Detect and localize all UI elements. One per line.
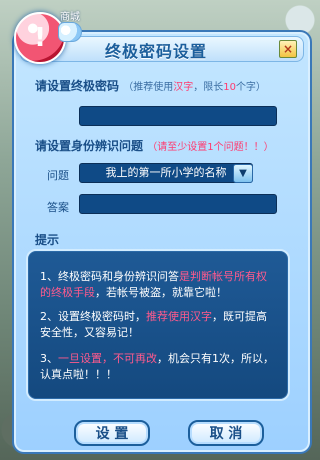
password-hint-middle: ，限长 [193,82,224,93]
answer-label: 答案 [47,201,69,214]
tips-box: 1、终极密码和身份辨识问答是判断帐号所有权的终极手段，若帐号被盗，就靠它啦！ 2… [26,249,290,401]
ultimate-password-input[interactable] [79,106,277,126]
tip-3-prefix: 3、 [40,352,58,365]
password-hint-suffix: 个字） [235,82,266,93]
question-select[interactable]: 我上的第一所小学的名称 [79,163,253,183]
tip-2-prefix: 2、设置终极密码时， [40,310,146,323]
tip-item-1: 1、终极密码和身份辨识问答是判断帐号所有权的终极手段，若帐号被盗，就靠它啦！ [40,269,276,301]
badge-wing-icon [58,22,82,42]
tips-title: 提示 [35,233,60,247]
close-icon: × [282,42,294,56]
password-hint-highlight: 汉字 [173,82,194,93]
tip-item-2: 2、设置终极密码时，推荐使用汉字，既可提高安全性，又容易记！ [40,309,276,341]
tip-2-highlight: 推荐使用汉字 [146,310,212,323]
tip-item-3: 3、一旦设置，不可再改，机会只有1次，所以，认真点啦！！！ [40,351,276,383]
dialog-title: 终极密码设置 [105,42,208,61]
background-top-label: 商城 [60,12,80,23]
identity-section-label: 请设置身份辨识问题 （请至少设置1个问题！！） [35,137,274,154]
identity-hint-text: （请至少设置1个问题！！） [147,142,274,153]
password-label: 请设置终极密码 [35,79,120,93]
password-hint: （推荐使用汉字，限长10个字） [123,82,266,93]
set-button[interactable]: 设 置 [74,420,150,446]
tip-1-prefix: 1、终极密码和身份辨识问答 [40,270,179,283]
identity-hint: （请至少设置1个问题！！） [147,142,273,153]
answer-input[interactable] [79,194,277,214]
chevron-down-icon: ▼ [239,168,247,179]
question-label: 问题 [47,169,69,182]
password-section-label: 请设置终极密码 （推荐使用汉字，限长10个字） [35,77,266,94]
identity-label: 请设置身份辨识问题 [35,139,144,153]
close-button[interactable]: × [279,40,297,58]
tip-1-suffix: ，若帐号被盗，就靠它啦！ [95,286,227,299]
cancel-button[interactable]: 取 消 [188,420,264,446]
tip-3-highlight: 一旦设置，不可再改 [58,352,157,365]
password-hint-limit: 10 [223,82,236,93]
password-hint-prefix: （推荐使用 [123,82,174,93]
question-dropdown-button[interactable]: ▼ [233,164,253,183]
